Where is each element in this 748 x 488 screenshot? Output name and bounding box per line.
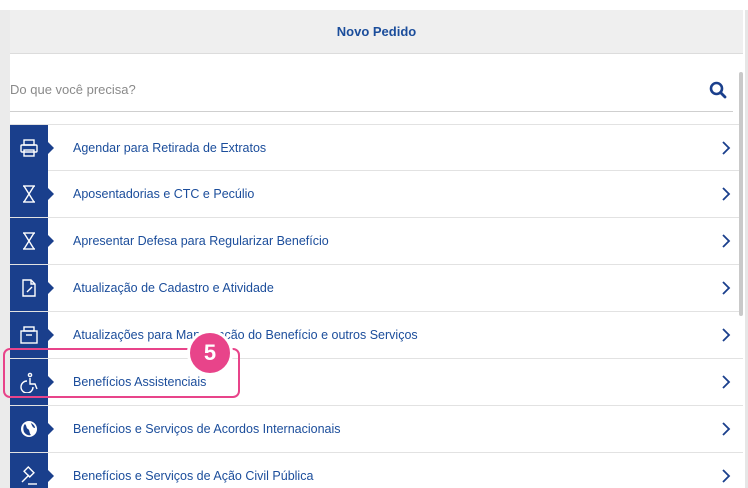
hourglass-icon xyxy=(23,232,35,250)
service-item-label: Benefícios Assistenciais xyxy=(73,375,207,389)
service-icon-box xyxy=(10,312,54,358)
search-button[interactable] xyxy=(703,75,733,105)
service-item-internacionais[interactable]: Benefícios e Serviços de Acordos Interna… xyxy=(10,406,743,453)
hourglass-icon xyxy=(23,185,35,203)
panel-title: Novo Pedido xyxy=(336,24,417,39)
chevron-right-icon xyxy=(713,469,739,483)
archive-box-icon xyxy=(20,326,38,344)
chevron-right-icon xyxy=(713,140,739,155)
chevron-right-icon xyxy=(713,422,739,436)
service-item-cadastro[interactable]: Atualização de Cadastro e Atividade xyxy=(10,265,743,312)
service-item-defesa[interactable]: Apresentar Defesa para Regularizar Benef… xyxy=(10,218,743,265)
printer-icon xyxy=(20,138,38,157)
document-edit-icon xyxy=(22,279,36,297)
service-item-manutencao[interactable]: Atualizações para Manutenção do Benefíci… xyxy=(10,312,743,359)
service-item-label: Apresentar Defesa para Regularizar Benef… xyxy=(73,234,329,248)
service-item-assistenciais[interactable]: Benefícios Assistenciais xyxy=(10,359,743,406)
service-icon-box xyxy=(10,218,54,264)
wheelchair-icon xyxy=(20,372,38,393)
service-item-label: Atualizações para Manutenção do Benefíci… xyxy=(73,328,418,342)
service-icon-box xyxy=(10,453,54,488)
step-number: 5 xyxy=(203,340,217,365)
panel-header: Novo Pedido xyxy=(10,10,743,54)
chevron-right-icon xyxy=(713,375,739,389)
service-item-label: Atualização de Cadastro e Atividade xyxy=(73,281,274,295)
service-icon-box xyxy=(10,359,54,405)
top-strip xyxy=(0,0,748,10)
service-item-label: Benefícios e Serviços de Ação Civil Públ… xyxy=(73,469,314,483)
service-item-label: Benefícios e Serviços de Acordos Interna… xyxy=(73,422,341,436)
chevron-right-icon xyxy=(713,281,739,295)
chevron-right-icon xyxy=(713,328,739,342)
service-item-label: Aposentadorias e CTC e Pecúlio xyxy=(73,187,255,201)
gavel-icon xyxy=(21,466,37,485)
search-bar xyxy=(10,68,733,112)
new-request-panel: Novo Pedido Agendar para Retirada de Ext… xyxy=(10,10,743,488)
service-icon-box xyxy=(10,265,54,311)
service-item-extratos[interactable]: Agendar para Retirada de Extratos xyxy=(10,124,743,171)
search-icon xyxy=(709,81,727,98)
service-icon-box xyxy=(10,406,54,452)
globe-icon xyxy=(21,421,37,437)
service-list: Agendar para Retirada de Extratos Aposen… xyxy=(10,124,743,488)
scrollbar-thumb[interactable] xyxy=(739,72,743,316)
chevron-right-icon xyxy=(713,234,739,248)
chevron-right-icon xyxy=(713,187,739,201)
service-item-acao-civil[interactable]: Benefícios e Serviços de Ação Civil Públ… xyxy=(10,453,743,488)
backdrop-left xyxy=(0,10,10,488)
service-icon-box xyxy=(10,171,54,217)
service-item-label: Agendar para Retirada de Extratos xyxy=(73,140,267,155)
service-icon-box xyxy=(10,124,54,171)
service-item-aposentadorias[interactable]: Aposentadorias e CTC e Pecúlio xyxy=(10,171,743,218)
search-input[interactable] xyxy=(10,74,703,105)
step-badge: 5 xyxy=(187,330,233,376)
